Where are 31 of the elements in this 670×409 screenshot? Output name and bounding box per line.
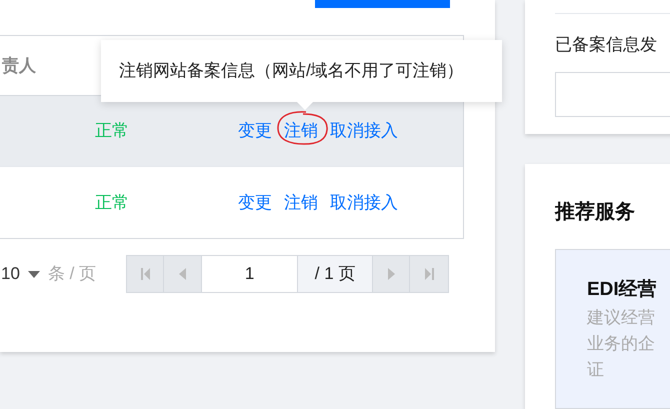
action-link[interactable]: 变更: [238, 118, 272, 144]
section-title: 推荐服务: [555, 200, 636, 225]
previous-page-icon: [179, 268, 186, 280]
previous-page-button[interactable]: [164, 256, 202, 292]
service-description: 业务的企: [587, 332, 656, 354]
next-page-icon: [388, 268, 395, 280]
status-text: 正常: [95, 120, 130, 142]
notice-text: 已备案信息发: [555, 34, 658, 56]
service-description: 建议经营: [587, 306, 656, 328]
last-page-icon: [424, 268, 434, 280]
column-header: 责人: [2, 54, 36, 77]
page-size-value[interactable]: 10: [1, 261, 20, 287]
action-link[interactable]: 取消接入: [330, 190, 398, 216]
total-pages: / 1 页: [298, 256, 374, 292]
last-page-button[interactable]: [410, 256, 448, 292]
action-link[interactable]: 注销: [284, 190, 318, 216]
caret-down-icon[interactable]: [28, 270, 40, 278]
action-link[interactable]: 取消接入: [330, 118, 398, 144]
tooltip-text: 注销网站备案信息（网站/域名不用了可注销）: [119, 60, 464, 82]
action-link[interactable]: 变更: [238, 190, 272, 216]
primary-button[interactable]: [315, 0, 450, 8]
first-page-button[interactable]: [127, 256, 164, 292]
status-text: 正常: [95, 192, 130, 214]
service-card[interactable]: EDI经营 建议经营 业务的企 证: [555, 249, 670, 409]
next-page-button[interactable]: [373, 256, 410, 292]
service-description: 证: [587, 358, 605, 380]
input-field[interactable]: [555, 72, 670, 116]
service-title: EDI经营: [587, 278, 658, 302]
page-size-unit: 条 / 页: [48, 263, 96, 286]
action-link[interactable]: 注销: [284, 118, 318, 144]
first-page-icon: [140, 268, 150, 280]
